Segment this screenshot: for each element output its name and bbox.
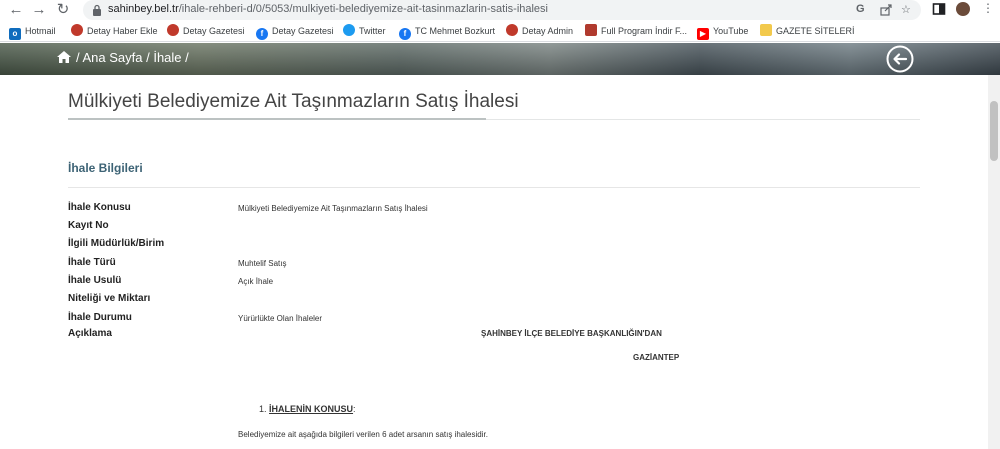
outlook-icon: o (9, 28, 21, 40)
field-value-ihale-turu: Muhtelif Satış (238, 259, 287, 268)
back-circle-icon[interactable] (886, 45, 914, 73)
field-label-kayit-no: Kayıt No (68, 220, 109, 231)
site-icon (506, 24, 518, 36)
reload-icon[interactable]: ↻ (55, 2, 71, 18)
field-label-niteligi-ve-miktari: Niteliği ve Miktarı (68, 293, 151, 304)
bookmarks-bar: o Hotmail Detay Haber Ekle Detay Gazetesi… (0, 21, 1000, 42)
section-title: İhale Bilgileri (68, 161, 143, 175)
browser-toolbar: ← → ↻ sahinbey.bel.tr/ihale-rehberi-d/0/… (0, 0, 1000, 21)
url-text[interactable]: sahinbey.bel.tr/ihale-rehberi-d/0/5053/m… (108, 3, 548, 15)
field-value-ihale-usulu: Açık İhale (238, 277, 274, 286)
description-list-item: 1. İHALENİN KONUSU: (259, 404, 356, 414)
twitter-icon (343, 24, 355, 36)
bookmark-detay-gazetesi[interactable]: Detay Gazetesi (167, 24, 245, 39)
folder-icon (760, 24, 772, 36)
google-icon[interactable]: G (856, 3, 865, 15)
field-label-ilgili-mudurluk: İlgili Müdürlük/Birim (68, 238, 165, 249)
menu-icon[interactable]: ⋮ (982, 1, 994, 15)
bookmark-twitter[interactable]: Twitter (343, 24, 386, 39)
address-bar[interactable]: sahinbey.bel.tr/ihale-rehberi-d/0/5053/m… (83, 0, 921, 20)
bookmark-folder-gazete-siteleri[interactable]: GAZETE SİTELERİ (760, 24, 855, 39)
field-label-ihale-durumu: İhale Durumu (68, 312, 132, 323)
title-underline (68, 118, 486, 120)
title-divider (486, 119, 920, 120)
breadcrumb-text[interactable]: / Ana Sayfa / İhale / (76, 50, 189, 65)
site-icon (167, 24, 179, 36)
star-icon[interactable]: ☆ (901, 3, 911, 16)
facebook-icon: f (399, 28, 411, 40)
profile-avatar[interactable] (956, 2, 970, 16)
list-item-suffix: : (353, 404, 356, 414)
field-label-ihale-konusu: İhale Konusu (68, 202, 131, 213)
page-title: Mülkiyeti Belediyemize Ait Taşınmazların… (68, 91, 519, 112)
bookmark-hotmail[interactable]: o Hotmail (9, 24, 56, 40)
field-value-ihale-konusu: Mülkiyeti Belediyemize Ait Taşınmazların… (238, 204, 428, 213)
description-city: GAZİANTEP (633, 353, 680, 362)
youtube-icon: ▶ (697, 28, 709, 40)
bookmark-detay-gazetesi-facebook[interactable]: f Detay Gazetesi (256, 24, 334, 40)
bookmark-full-program[interactable]: Full Program İndir F... (585, 24, 687, 39)
lock-icon[interactable] (92, 4, 102, 16)
field-label-ihale-turu: İhale Türü (68, 257, 116, 268)
bookmark-tc-mehmet-bozkurt[interactable]: f TC Mehmet Bozkurt (399, 24, 495, 40)
site-icon (585, 24, 597, 36)
scrollbar-thumb[interactable] (990, 101, 998, 161)
field-value-ihale-durumu: Yürürlükte Olan İhaleler (238, 314, 323, 323)
bookmark-detay-admin[interactable]: Detay Admin (506, 24, 573, 39)
description-heading: ŞAHİNBEY İLÇE BELEDİYE BAŞKANLIĞIN'DAN (481, 329, 662, 338)
back-arrow-icon[interactable]: ← (8, 2, 24, 18)
bookmark-youtube[interactable]: ▶ YouTube (697, 24, 748, 40)
list-item-title: İHALENİN KONUSU (269, 404, 354, 414)
home-icon[interactable] (56, 50, 72, 64)
header-banner: / Ana Sayfa / İhale / (0, 43, 1000, 75)
bookmark-detay-haber-ekle[interactable]: Detay Haber Ekle (71, 24, 158, 39)
section-divider (68, 187, 920, 188)
description-text: Belediyemize ait aşağıda bilgileri veril… (238, 430, 488, 439)
breadcrumb: / Ana Sayfa / İhale / (56, 50, 189, 65)
site-icon (71, 24, 83, 36)
forward-arrow-icon[interactable]: → (31, 2, 47, 18)
field-label-aciklama: Açıklama (68, 328, 112, 339)
share-icon[interactable] (879, 3, 893, 17)
field-label-ihale-usulu: İhale Usulü (68, 275, 122, 286)
sidebar-icon[interactable] (932, 2, 946, 16)
list-item-number: 1. (259, 404, 267, 414)
facebook-icon: f (256, 28, 268, 40)
